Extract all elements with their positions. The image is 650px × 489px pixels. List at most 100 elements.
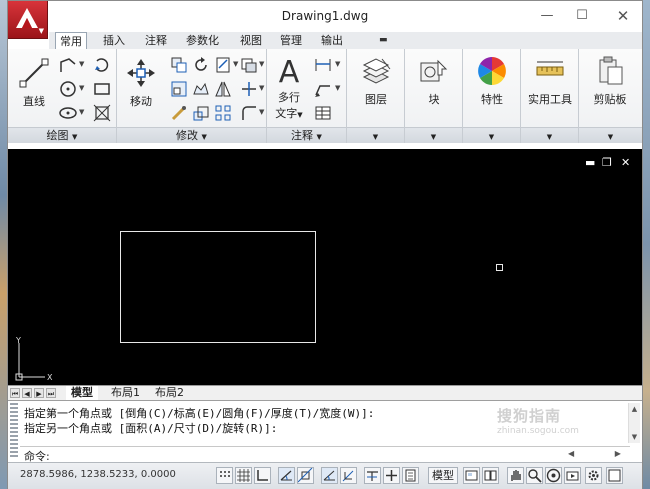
tab-annotate[interactable]: 注释 [141, 32, 171, 49]
steering-wheel-button[interactable] [545, 467, 562, 484]
array-button[interactable] [213, 79, 231, 97]
close-button[interactable]: ✕ [610, 6, 636, 26]
line-button[interactable]: 直线 [12, 57, 56, 109]
grid-icon [237, 469, 250, 482]
tab-output[interactable]: 输出 [317, 32, 347, 49]
block-expand[interactable]: ▼ [405, 127, 462, 143]
ribbon-minimize-icon[interactable]: ▬ [375, 32, 392, 49]
prev-layout-icon[interactable]: ◀ [22, 388, 32, 398]
command-input[interactable]: 命令: [20, 446, 630, 463]
move-button[interactable]: 移动 [121, 57, 161, 109]
command-grip-handle[interactable] [10, 403, 18, 459]
ortho-icon [257, 470, 268, 481]
block-button[interactable]: 块 [411, 55, 457, 107]
ortho-toggle[interactable] [254, 467, 271, 484]
table-button[interactable] [313, 103, 331, 121]
clean-screen-button[interactable] [606, 467, 623, 484]
showmotion-button[interactable] [564, 467, 581, 484]
last-layout-icon[interactable]: ⏭ [46, 388, 56, 398]
circle-button[interactable] [58, 79, 76, 97]
chevron-down-icon[interactable]: ▼ [259, 108, 264, 116]
copy-button[interactable] [169, 55, 187, 73]
scale-button[interactable] [191, 103, 209, 121]
panel-modify-title[interactable]: 修改 ▼ [117, 127, 266, 143]
pan-button[interactable] [507, 467, 524, 484]
drawing-canvas[interactable]: ▬ ❐ ✕ Y X [8, 149, 642, 385]
polyline-button[interactable] [58, 55, 76, 73]
mirror-button[interactable] [169, 79, 187, 97]
layers-expand[interactable]: ▼ [347, 127, 404, 143]
steering-wheel-icon [546, 468, 561, 483]
tab-model[interactable]: 模型 [66, 386, 98, 401]
hatch-button[interactable] [92, 103, 111, 122]
workspace-switch-button[interactable] [585, 467, 602, 484]
leader-button[interactable] [313, 79, 331, 97]
ellipse-button[interactable] [58, 103, 77, 121]
utilities-button[interactable]: 实用工具 [523, 55, 577, 107]
command-hscrollbar[interactable]: ◀ ▶ [568, 449, 630, 461]
rectangle-button[interactable] [92, 79, 110, 97]
chevron-down-icon[interactable]: ▼ [79, 84, 84, 92]
qp-toggle[interactable] [402, 467, 419, 484]
mtext-button[interactable]: A 多行 文字▼ [273, 55, 305, 121]
osnap-toggle[interactable] [297, 467, 314, 484]
chevron-down-icon[interactable]: ▼ [629, 431, 640, 443]
next-layout-icon[interactable]: ▶ [34, 388, 44, 398]
explode-button[interactable] [239, 79, 257, 97]
minimize-button[interactable]: — [534, 6, 560, 26]
ducs-toggle[interactable] [340, 467, 357, 484]
panel-annotation-title[interactable]: 注释 ▼ [267, 127, 346, 143]
trim-button[interactable] [213, 55, 231, 73]
dimension-button[interactable] [313, 55, 331, 73]
chevron-right-icon[interactable]: ▶ [615, 449, 621, 458]
chevron-down-icon[interactable]: ▼ [233, 60, 238, 68]
chevron-down-icon[interactable]: ▼ [79, 108, 84, 116]
maximize-button[interactable]: ☐ [569, 6, 595, 26]
tab-home[interactable]: 常用 [55, 32, 87, 50]
tab-layout2[interactable]: 布局2 [150, 386, 189, 401]
tab-view[interactable]: 视图 [236, 32, 266, 49]
application-menu-button[interactable]: ▼ [8, 1, 48, 39]
panel-draw-title[interactable]: 绘图 ▼ [8, 127, 116, 143]
clipboard-button[interactable]: 剪贴板 [583, 55, 637, 107]
properties-expand[interactable]: ▼ [463, 127, 520, 143]
layers-button[interactable]: 图层 [353, 55, 399, 107]
dyn-toggle[interactable] [364, 467, 381, 484]
chevron-down-icon[interactable]: ▼ [79, 60, 84, 68]
polar-toggle[interactable] [278, 467, 295, 484]
model-space-button[interactable]: 模型 [428, 467, 458, 484]
chevron-left-icon[interactable]: ◀ [568, 449, 574, 458]
erase-button[interactable] [239, 55, 257, 73]
chevron-down-icon[interactable]: ▼ [259, 60, 264, 68]
tab-layout1[interactable]: 布局1 [106, 386, 145, 401]
viewport-minimize-icon[interactable]: ▬ [585, 156, 595, 169]
tab-parametric[interactable]: 参数化 [182, 32, 223, 49]
viewport-close-icon[interactable]: ✕ [621, 156, 630, 169]
command-scrollbar[interactable]: ▲ ▼ [628, 403, 640, 443]
stretch-button[interactable] [191, 79, 209, 97]
lineweight-toggle[interactable] [383, 467, 400, 484]
offset-button[interactable] [213, 103, 231, 121]
zoom-button[interactable] [526, 467, 543, 484]
otrack-toggle[interactable] [321, 467, 338, 484]
clipboard-expand[interactable]: ▼ [579, 127, 642, 143]
chevron-up-icon[interactable]: ▲ [629, 403, 640, 415]
fillet-button[interactable] [169, 103, 187, 121]
snap-mode-toggle[interactable] [216, 467, 233, 484]
rotate-button[interactable] [191, 55, 209, 73]
first-layout-icon[interactable]: ⏮ [10, 388, 20, 398]
utilities-expand[interactable]: ▼ [521, 127, 578, 143]
chevron-down-icon[interactable]: ▼ [335, 60, 340, 68]
chamfer-button[interactable] [239, 103, 257, 121]
properties-button[interactable]: 特性 [469, 55, 515, 107]
arc-button[interactable] [92, 55, 110, 73]
tab-insert[interactable]: 插入 [99, 32, 129, 49]
chevron-down-icon[interactable]: ▼ [259, 84, 264, 92]
chevron-down-icon[interactable]: ▼ [335, 84, 340, 92]
quick-view-drawings-button[interactable] [482, 467, 499, 484]
drawn-rectangle[interactable] [120, 231, 316, 343]
quick-view-layouts-button[interactable] [463, 467, 480, 484]
viewport-restore-icon[interactable]: ❐ [602, 156, 612, 169]
grid-toggle[interactable] [235, 467, 252, 484]
tab-manage[interactable]: 管理 [276, 32, 306, 49]
